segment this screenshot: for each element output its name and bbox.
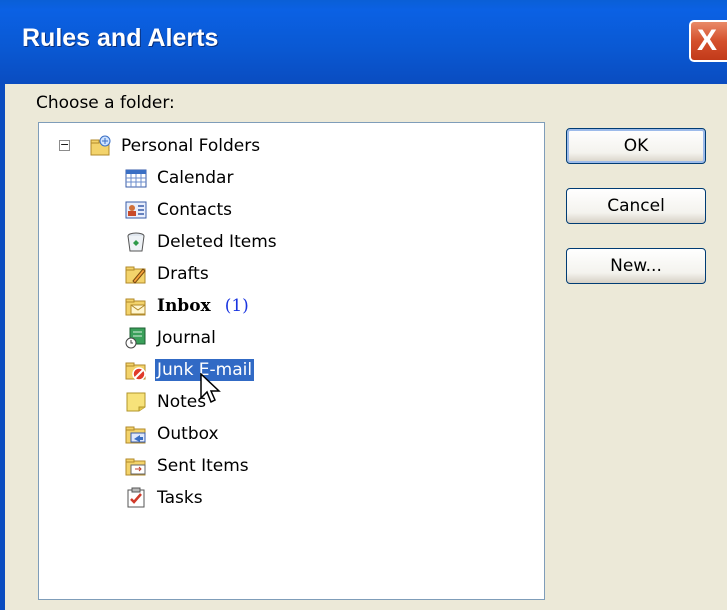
sent-items-icon — [125, 455, 147, 477]
deleted-items-icon — [125, 231, 147, 253]
personal-folders-icon — [89, 135, 111, 157]
inbox-icon — [125, 295, 147, 317]
choose-folder-label: Choose a folder: — [36, 93, 175, 113]
notes-icon — [125, 391, 147, 413]
tree-node-tasks[interactable]: Tasks — [125, 485, 205, 511]
calendar-icon — [125, 167, 147, 189]
title-bar[interactable]: Rules and Alerts X — [0, 0, 727, 84]
tree-node-deleted-items[interactable]: Deleted Items — [125, 229, 279, 255]
tree-node-inbox[interactable]: Inbox (1) — [125, 293, 249, 319]
tree-node-label: Contacts — [157, 200, 232, 220]
drafts-icon — [125, 263, 147, 285]
tree-node-notes[interactable]: Notes — [125, 389, 208, 415]
ok-button[interactable]: OK — [566, 128, 706, 164]
minus-icon: − — [60, 138, 70, 151]
tree-node-label: Drafts — [157, 264, 209, 284]
tree-node-label: Personal Folders — [121, 136, 261, 156]
journal-icon — [125, 327, 147, 349]
new-button[interactable]: New... — [566, 248, 706, 284]
tree-node-label: Journal — [157, 328, 216, 348]
close-button[interactable]: X — [689, 20, 727, 62]
mouse-pointer-icon — [200, 373, 221, 404]
tree-node-sent-items[interactable]: Sent Items — [125, 453, 251, 479]
tree-node-label: Inbox — [157, 296, 211, 316]
tree-node-journal[interactable]: Journal — [125, 325, 218, 351]
tree-node-junk-email[interactable]: Junk E-mail — [125, 357, 255, 383]
folder-tree[interactable]: − Personal Folders Calendar Contacts Del… — [38, 122, 545, 600]
window-frame-edge — [0, 84, 5, 610]
tree-node-drafts[interactable]: Drafts — [125, 261, 211, 287]
junk-email-icon — [125, 359, 147, 381]
contacts-icon — [125, 199, 147, 221]
tree-node-calendar[interactable]: Calendar — [125, 165, 235, 191]
collapse-toggle[interactable]: − — [59, 138, 70, 151]
close-icon: X — [697, 24, 718, 57]
tree-node-label: Calendar — [157, 168, 234, 188]
window-title: Rules and Alerts — [22, 24, 219, 52]
tree-node-label: Outbox — [157, 424, 219, 444]
tree-node-contacts[interactable]: Contacts — [125, 197, 234, 223]
tree-node-label: Deleted Items — [157, 232, 277, 252]
tree-node-label: Sent Items — [157, 456, 249, 476]
tasks-icon — [125, 487, 147, 509]
cancel-button[interactable]: Cancel — [566, 188, 706, 224]
tree-node-personal-folders[interactable]: Personal Folders — [89, 133, 262, 159]
tree-node-label: Tasks — [157, 488, 203, 508]
tree-node-outbox[interactable]: Outbox — [125, 421, 221, 447]
outbox-icon — [125, 423, 147, 445]
unread-count: (1) — [224, 296, 249, 316]
